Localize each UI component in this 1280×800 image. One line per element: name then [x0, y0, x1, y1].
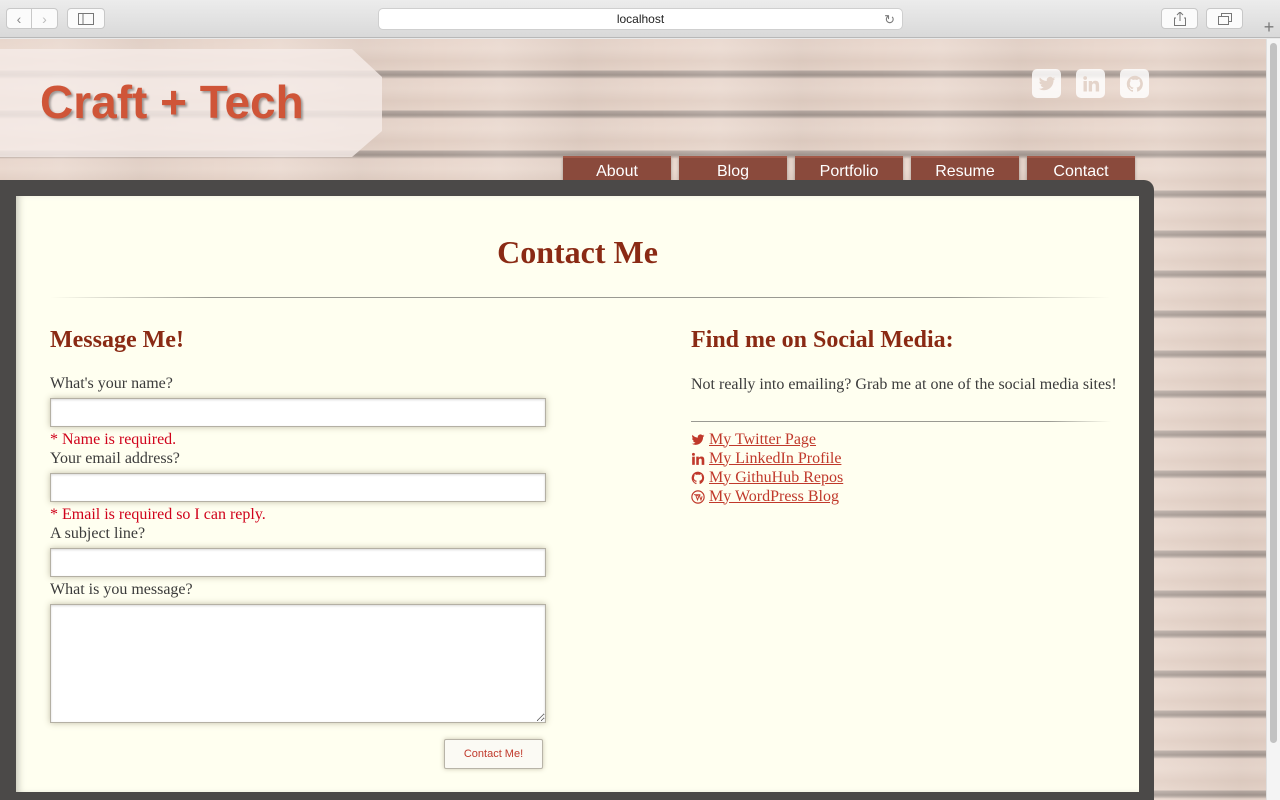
site-logo[interactable]: Craft + Tech [40, 75, 304, 129]
github-link-label: My GithuHub Repos [709, 468, 844, 486]
email-input[interactable] [50, 473, 546, 502]
tabs-icon [1217, 12, 1232, 25]
wordpress-icon [691, 489, 705, 504]
title-divider [50, 297, 1110, 298]
header-social-icons [1032, 69, 1149, 98]
subject-label: A subject line? [50, 525, 146, 542]
name-error: * Name is required. [50, 431, 177, 448]
scrollbar-thumb[interactable] [1270, 43, 1277, 743]
github-link[interactable]: My GithuHub Repos [691, 468, 843, 487]
plus-icon: + [1263, 16, 1275, 37]
page-viewport: Craft + Tech About Blog Portfolio Resume… [0, 39, 1266, 800]
form-heading: Message Me! [50, 327, 184, 353]
message-label: What is you message? [50, 581, 193, 598]
header-linkedin-link[interactable] [1076, 69, 1105, 98]
forward-button[interactable]: › [32, 8, 58, 29]
share-button[interactable] [1161, 8, 1198, 29]
wordpress-link-label: My WordPress Blog [709, 487, 839, 505]
social-links-list: My Twitter Page My LinkedIn Profile My G… [691, 430, 843, 506]
share-icon [1173, 11, 1186, 26]
sidebar-toggle-button[interactable] [67, 8, 105, 29]
reload-icon[interactable]: ↻ [884, 12, 895, 28]
name-label: What's your name? [50, 375, 173, 392]
linkedin-link[interactable]: My LinkedIn Profile [691, 449, 843, 468]
twitter-icon [1038, 76, 1055, 90]
twitter-link-label: My Twitter Page [709, 430, 817, 448]
header-github-link[interactable] [1120, 69, 1149, 98]
twitter-icon [691, 433, 705, 445]
chevron-right-icon: › [42, 10, 47, 27]
chevron-left-icon: ‹ [16, 10, 22, 27]
show-tabs-button[interactable] [1206, 8, 1243, 29]
header-twitter-link[interactable] [1032, 69, 1061, 98]
twitter-link[interactable]: My Twitter Page [691, 430, 843, 449]
wordpress-link[interactable]: My WordPress Blog [691, 487, 843, 506]
new-tab-button[interactable]: + [1258, 16, 1280, 38]
github-icon [691, 471, 705, 484]
page-scrollbar[interactable] [1266, 39, 1280, 800]
back-button[interactable]: ‹ [6, 8, 32, 29]
address-bar[interactable]: localhost ↻ [378, 8, 903, 30]
name-input[interactable] [50, 398, 546, 427]
linkedin-icon [1082, 75, 1099, 91]
browser-toolbar: ‹ › localhost ↻ + [0, 0, 1280, 38]
content-panel: Contact Me Message Me! What's your name?… [16, 196, 1139, 792]
github-icon [1126, 75, 1143, 92]
sidebar-icon [78, 12, 94, 25]
social-heading: Find me on Social Media: [691, 327, 954, 353]
social-intro: Not really into emailing? Grab me at one… [691, 376, 1117, 393]
linkedin-icon [691, 452, 705, 465]
message-textarea[interactable] [50, 604, 546, 723]
social-divider [691, 421, 1111, 422]
contact-submit-button[interactable]: Contact Me! [444, 739, 543, 769]
email-label: Your email address? [50, 450, 180, 467]
url-text: localhost [616, 12, 665, 26]
subject-input[interactable] [50, 548, 546, 577]
linkedin-link-label: My LinkedIn Profile [709, 449, 842, 467]
page-title: Contact Me [497, 234, 658, 270]
email-error: * Email is required so I can reply. [50, 506, 266, 523]
